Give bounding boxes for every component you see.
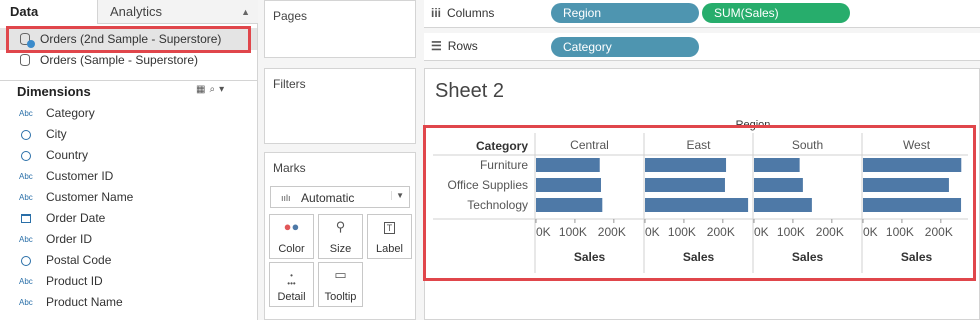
string-type-icon: Abc — [19, 193, 33, 202]
tab-analytics-label: Analytics — [110, 4, 163, 19]
detail-button[interactable]: • ••• Detail — [269, 262, 314, 307]
field-item[interactable]: Country — [0, 145, 257, 166]
globe-icon — [21, 151, 31, 161]
size-icon: ⚲ — [335, 219, 346, 234]
field-item[interactable]: Postal Code — [0, 250, 257, 271]
string-type-icon: Abc — [19, 298, 33, 307]
string-type-icon: Abc — [19, 172, 33, 181]
tab-data[interactable]: Data — [0, 0, 98, 24]
globe-icon — [21, 130, 31, 140]
bar-chart-icon: ıılı — [281, 193, 291, 203]
dimensions-header: Dimensions ▦⌕▾ — [0, 80, 257, 102]
detail-dots-icon: • ••• — [287, 271, 296, 288]
rows-label: Rows — [447, 39, 478, 53]
detail-label: Detail — [277, 291, 306, 303]
calendar-icon — [21, 214, 31, 223]
field-item[interactable]: Abc Category — [0, 103, 257, 124]
pages-title: Pages — [273, 9, 308, 23]
sum-sales-pill[interactable]: SUM(Sales) — [702, 3, 850, 23]
string-type-icon: Abc — [19, 235, 33, 244]
columns-shelf[interactable]: iii Columns Region SUM(Sales) — [424, 0, 980, 28]
field-label: Category — [46, 106, 95, 120]
field-label: Product Name — [46, 295, 123, 309]
string-type-icon: Abc — [19, 277, 33, 286]
marks-title: Marks — [273, 161, 306, 175]
sort-arrows-icon[interactable]: ▲ — [241, 0, 250, 24]
field-label: Product ID — [46, 274, 103, 288]
field-item[interactable]: Abc Product Name — [0, 292, 257, 313]
data-source-label: Orders (Sample - Superstore) — [40, 53, 199, 67]
field-label: City — [46, 127, 67, 141]
color-button[interactable]: ●● Color — [269, 214, 314, 259]
category-pill[interactable]: Category — [551, 37, 699, 57]
database-icon — [20, 54, 30, 66]
field-label: Customer Name — [46, 190, 134, 204]
string-type-icon: Abc — [19, 109, 33, 118]
color-label: Color — [278, 243, 305, 255]
search-icon[interactable]: ⌕ — [209, 84, 219, 95]
field-label: Country — [46, 148, 89, 162]
tab-analytics[interactable]: Analytics ▲ — [98, 0, 258, 24]
pages-shelf[interactable]: Pages — [264, 0, 416, 58]
field-item[interactable]: Abc Customer Name — [0, 187, 257, 208]
dimensions-title: Dimensions — [17, 84, 91, 99]
size-button[interactable]: ⚲ Size — [318, 214, 363, 259]
filters-shelf[interactable]: Filters — [264, 68, 416, 144]
field-item[interactable]: Order Date — [0, 208, 257, 229]
highlight-box-chart — [423, 125, 976, 281]
label-label: Label — [376, 243, 403, 255]
field-item[interactable]: Abc Customer ID — [0, 166, 257, 187]
rows-shelf[interactable]: ☰ Rows Category — [424, 33, 980, 61]
field-label: Order Date — [46, 211, 106, 225]
region-pill[interactable]: Region — [551, 3, 699, 23]
tooltip-button[interactable]: ▭ Tooltip — [318, 262, 363, 307]
rows-icon: ☰ — [431, 39, 442, 53]
field-item[interactable]: Abc Product ID — [0, 271, 257, 292]
view-list-icon[interactable]: ▦ — [196, 84, 209, 95]
highlight-box-data-source — [6, 26, 251, 53]
size-label: Size — [329, 243, 352, 255]
label-button[interactable]: T Label — [367, 214, 412, 259]
globe-icon — [21, 256, 31, 266]
field-label: Order ID — [46, 232, 93, 246]
field-label: Customer ID — [46, 169, 114, 183]
sheet-title: Sheet 2 — [435, 80, 504, 102]
filters-title: Filters — [273, 77, 306, 91]
tooltip-label: Tooltip — [324, 291, 357, 303]
columns-label: Columns — [447, 6, 495, 20]
color-dots-icon: ●● — [283, 219, 300, 234]
mark-type-select[interactable]: ıılı Automatic ▼ — [270, 186, 410, 208]
text-label-icon: T — [368, 219, 411, 241]
tooltip-icon: ▭ — [334, 267, 347, 282]
field-item[interactable]: City — [0, 124, 257, 145]
chevron-down-icon: ▼ — [391, 191, 404, 200]
mark-type-value: Automatic — [301, 191, 355, 205]
dropdown-arrow-icon[interactable]: ▾ — [219, 84, 228, 95]
field-item[interactable]: Abc Order ID — [0, 229, 257, 250]
field-label: Postal Code — [46, 253, 112, 267]
columns-icon: iii — [431, 6, 442, 20]
